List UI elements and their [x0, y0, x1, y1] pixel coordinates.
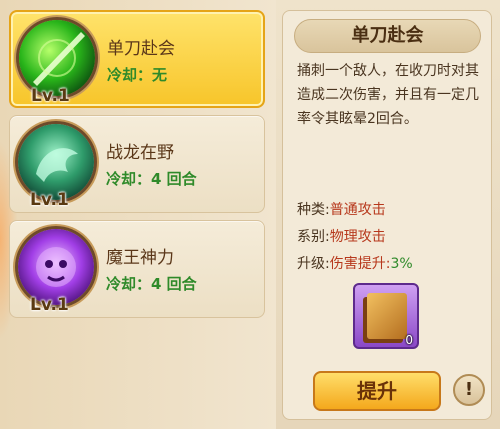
skill-cooldown: 冷却：4 回合: [106, 275, 197, 293]
skill-cooldown: 冷却：无: [107, 66, 168, 84]
skill-card-1[interactable]: Lv.1 单刀赴会 冷却：无: [9, 10, 265, 108]
upgrade-button[interactable]: 提升: [313, 371, 441, 411]
info-button[interactable]: !: [453, 374, 485, 406]
skill-name: 战龙在野: [106, 143, 174, 163]
detail-title: 单刀赴会: [294, 19, 481, 53]
skill-card-3[interactable]: Lv.1 魔王神力 冷却：4 回合: [9, 220, 265, 318]
green-blade-icon: [19, 20, 95, 96]
skill-level: Lv.1: [31, 86, 70, 106]
attr-upgrade-label: 升级:: [297, 256, 330, 272]
attr-type-label: 种类:: [297, 202, 330, 218]
skill-name: 魔王神力: [106, 248, 174, 268]
skill-cooldown: 冷却：4 回合: [106, 170, 197, 188]
skill-book-icon: [367, 293, 407, 339]
skill-name: 单刀赴会: [107, 39, 175, 59]
book-count: 0: [405, 333, 413, 347]
attr-upgrade-value: 伤害提升:: [329, 256, 391, 272]
attr-system-label: 系别:: [297, 229, 330, 245]
purple-demon-icon: [18, 229, 94, 305]
attr-system: 系别:物理攻击: [297, 226, 386, 246]
skill-level: Lv.1: [30, 295, 69, 315]
attr-type: 种类:普通攻击: [297, 199, 386, 219]
skill-description: 捅刺一个敌人，在收刀时对其造成二次伤害，并且有一定几率令其眩晕2回合。: [297, 63, 479, 127]
skill-detail-panel: 单刀赴会 捅刺一个敌人，在收刀时对其造成二次伤害，并且有一定几率令其眩晕2回合。…: [282, 10, 492, 420]
attr-upgrade: 升级:伤害提升:3%: [297, 253, 413, 273]
skill-card-2[interactable]: Lv.1 战龙在野 冷却：4 回合: [9, 115, 265, 213]
jade-dragon-icon: [18, 124, 94, 200]
attr-system-value: 物理攻击: [329, 229, 386, 245]
skill-level: Lv.1: [30, 190, 69, 210]
skill-book-slot[interactable]: 0: [353, 283, 419, 349]
attr-upgrade-percent: 3%: [390, 256, 413, 272]
attr-type-value: 普通攻击: [329, 202, 386, 218]
